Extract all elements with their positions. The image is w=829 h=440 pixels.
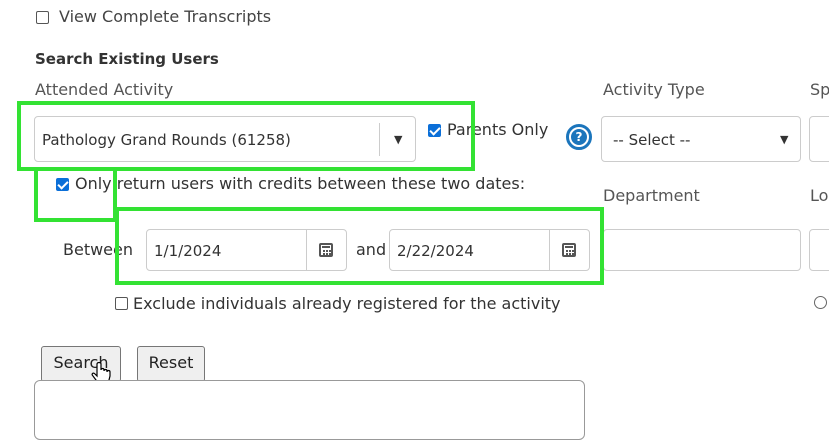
activity-type-value: -- Select -- [613, 131, 691, 149]
lo-input[interactable] [809, 229, 829, 271]
credits-filter-checkbox[interactable] [56, 178, 69, 191]
parents-only-checkbox[interactable] [428, 124, 441, 137]
chevron-down-icon: ▼ [394, 133, 403, 146]
attended-activity-label: Attended Activity [35, 80, 174, 99]
sp-select[interactable] [809, 116, 829, 162]
date-divider [549, 230, 550, 270]
view-transcripts-checkbox[interactable] [36, 11, 49, 24]
department-input[interactable] [603, 229, 801, 271]
select-divider [379, 123, 380, 156]
exclude-registered-checkbox[interactable] [115, 297, 128, 310]
between-label: Between [63, 240, 134, 259]
reset-button[interactable]: Reset [137, 346, 205, 382]
credits-filter-label: Only return users with credits between t… [75, 174, 526, 193]
section-title: Search Existing Users [35, 50, 219, 68]
start-date-value: 1/1/2024 [154, 242, 222, 260]
results-panel [34, 380, 585, 440]
view-transcripts-label: View Complete Transcripts [59, 7, 272, 26]
end-date-value: 2/22/2024 [397, 242, 474, 260]
attended-activity-value: Pathology Grand Rounds (61258) [42, 131, 291, 149]
department-label: Department [603, 186, 700, 205]
sp-column-label: Sp [810, 80, 829, 99]
radio-button[interactable] [814, 296, 827, 309]
attended-activity-select[interactable]: Pathology Grand Rounds (61258) ▼ [34, 116, 416, 162]
calendar-icon[interactable] [319, 243, 333, 257]
chevron-down-icon: ▼ [780, 133, 789, 146]
parents-only-label: Parents Only [447, 120, 549, 139]
exclude-registered-label: Exclude individuals already registered f… [133, 294, 561, 313]
activity-type-label: Activity Type [603, 80, 705, 99]
end-date-input[interactable]: 2/22/2024 [389, 229, 590, 271]
lo-column-label: Lo [810, 186, 829, 205]
and-label: and [356, 240, 387, 259]
activity-type-select[interactable]: -- Select -- ▼ [601, 116, 801, 162]
calendar-icon[interactable] [562, 243, 576, 257]
start-date-input[interactable]: 1/1/2024 [146, 229, 347, 271]
help-icon[interactable]: ? [566, 124, 592, 150]
date-divider [306, 230, 307, 270]
